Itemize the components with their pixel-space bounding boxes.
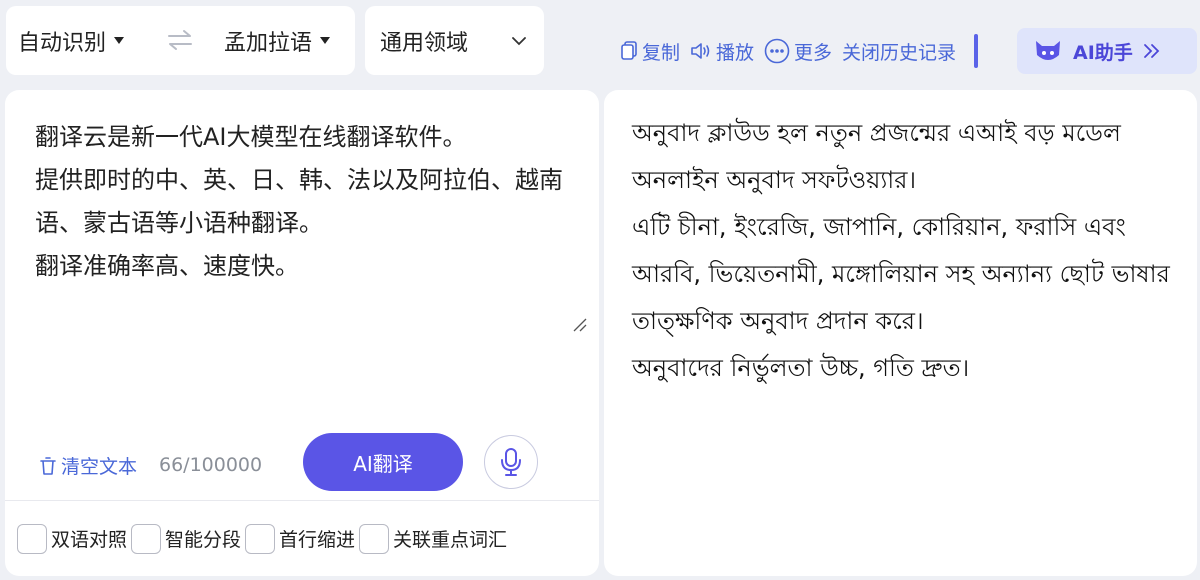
- trash-icon: [40, 456, 56, 475]
- target-language-select[interactable]: 孟加拉语: [224, 25, 331, 57]
- option-label: 智能分段: [165, 529, 242, 551]
- caret-down-icon: [114, 37, 125, 44]
- close-history-button[interactable]: 关闭历史记录: [842, 38, 956, 65]
- more-label: 更多: [794, 41, 833, 64]
- bilingual-checkbox[interactable]: [17, 523, 47, 554]
- source-language-select[interactable]: 自动识别: [18, 25, 125, 57]
- source-panel: 翻译云是新一代AI大模型在线翻译软件。 提供即时的中、英、日、韩、法以及阿拉伯、…: [5, 90, 599, 576]
- output-toolbar: 复制 播放 更多 关闭历史记录: [620, 34, 988, 68]
- microphone-icon: [501, 448, 521, 476]
- option-first-line-indent[interactable]: 首行缩进: [245, 523, 356, 554]
- ai-assistant-label: AI助手: [1073, 41, 1133, 64]
- option-label: 首行缩进: [279, 529, 356, 551]
- more-icon: [764, 38, 790, 64]
- ai-mascot-icon: [1036, 41, 1060, 60]
- source-action-row: 清空文本 66/100000 AI翻译: [5, 430, 599, 500]
- play-button[interactable]: 播放: [690, 38, 754, 65]
- first-line-indent-checkbox[interactable]: [245, 523, 276, 554]
- target-language-label: 孟加拉语: [224, 30, 313, 56]
- domain-label: 通用领域: [380, 30, 469, 56]
- option-bilingual[interactable]: 双语对照: [17, 523, 128, 554]
- translated-text: অনুবাদ ক্লাউড হল নতুন প্রজন্মের এআই বড় …: [632, 119, 1170, 382]
- copy-label: 复制: [642, 41, 681, 64]
- resize-handle-icon[interactable]: [571, 316, 587, 332]
- options-row: 双语对照 智能分段 首行缩进 关联重点词汇: [5, 500, 599, 576]
- copy-button[interactable]: 复制: [620, 38, 680, 65]
- source-language-label: 自动识别: [18, 30, 107, 56]
- clear-text-button[interactable]: 清空文本: [39, 452, 137, 479]
- more-button[interactable]: 更多: [764, 38, 832, 65]
- clear-text-label: 清空文本: [61, 456, 138, 478]
- voice-input-button[interactable]: [484, 435, 538, 489]
- ai-assistant-button[interactable]: AI助手: [1017, 28, 1197, 74]
- language-selector-bar: 自动识别 孟加拉语: [6, 6, 355, 75]
- chevron-down-icon: [512, 37, 526, 46]
- caret-down-icon: [320, 37, 331, 44]
- related-keywords-checkbox[interactable]: [359, 523, 390, 554]
- swap-languages-icon[interactable]: [166, 28, 194, 52]
- char-count: 66/100000: [159, 454, 263, 476]
- speaker-icon: [691, 43, 710, 59]
- ai-translate-button[interactable]: AI翻译: [303, 433, 463, 491]
- source-textarea[interactable]: 翻译云是新一代AI大模型在线翻译软件。 提供即时的中、英、日、韩、法以及阿拉伯、…: [35, 116, 575, 288]
- option-label: 关联重点词汇: [393, 529, 508, 551]
- close-history-label: 关闭历史记录: [842, 41, 957, 64]
- target-panel: অনুবাদ ক্লাউড হল নতুন প্রজন্মের এআই বড় …: [604, 90, 1197, 576]
- option-smart-segment[interactable]: 智能分段: [131, 523, 242, 554]
- option-related-keywords[interactable]: 关联重点词汇: [359, 523, 508, 554]
- option-label: 双语对照: [51, 529, 128, 551]
- domain-select[interactable]: 通用领域: [365, 6, 544, 75]
- double-chevron-right-icon: [1143, 44, 1160, 58]
- toolbar-divider: [974, 34, 979, 68]
- play-label: 播放: [716, 41, 755, 64]
- copy-icon: [621, 41, 637, 60]
- smart-segment-checkbox[interactable]: [131, 523, 162, 554]
